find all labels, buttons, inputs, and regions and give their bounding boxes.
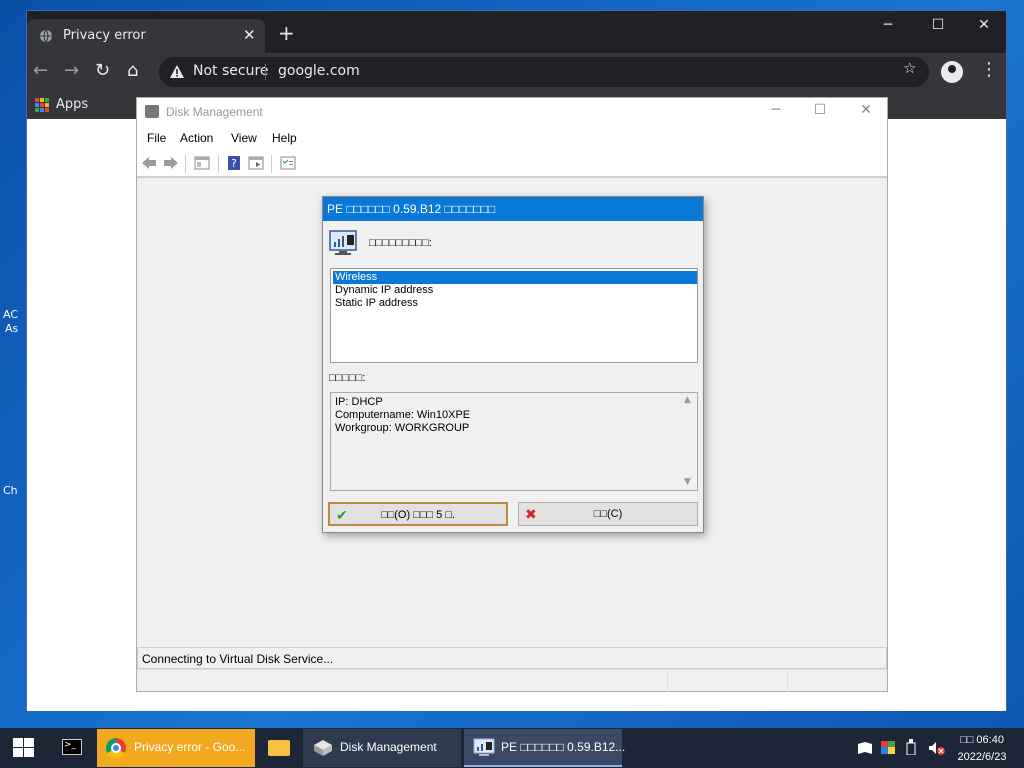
forward-arrow-icon[interactable] [163, 156, 179, 170]
chrome-menu-icon[interactable]: ⋮ [980, 59, 998, 80]
address-bar[interactable]: Not secure google.com [159, 57, 929, 87]
network-monitor-icon [473, 738, 495, 756]
system-clock[interactable]: □□ 06:40 2022/6/23 [950, 733, 1014, 764]
svg-text:?: ? [231, 157, 237, 170]
tab-privacy-error[interactable]: Privacy error ✕ [27, 19, 265, 53]
disk-management-icon [145, 105, 159, 118]
list-view-icon[interactable] [280, 156, 296, 170]
info-scrollbar[interactable]: ▲ ▼ [681, 393, 697, 490]
dm-window-title: Disk Management [166, 105, 263, 119]
toolbar-divider [185, 155, 186, 173]
profile-avatar-icon[interactable] [941, 61, 963, 83]
status-segment-divider [787, 670, 788, 692]
desktop-label-ac: AC [3, 308, 19, 321]
tab-strip: Privacy error ✕ + ─ ☐ ✕ [27, 11, 1006, 53]
console-tree-icon[interactable] [194, 156, 210, 170]
url-text[interactable]: google.com [278, 63, 360, 79]
dm-minimize-button[interactable]: ─ [761, 102, 791, 118]
ok-button-label: □□(O) □□□ 5 □. [380, 509, 456, 521]
back-arrow-icon[interactable] [141, 156, 157, 170]
list-item-dynamic-ip[interactable]: Dynamic IP address [333, 284, 697, 297]
omnibox-divider [265, 64, 266, 80]
help-icon[interactable]: ? [226, 156, 242, 170]
toolbar-divider [218, 155, 219, 173]
chrome-close-button[interactable]: ✕ [969, 17, 999, 33]
cancel-button[interactable]: ✖ □□(C) [518, 502, 698, 526]
home-button[interactable]: ⌂ [127, 61, 138, 81]
forward-button[interactable]: → [64, 61, 79, 81]
connection-type-list[interactable]: Wireless Dynamic IP address Static IP ad… [330, 268, 698, 363]
dm-status-segments [137, 669, 887, 692]
globe-icon [40, 29, 52, 43]
cancel-button-label: □□(C) [593, 508, 623, 520]
ok-button[interactable]: ✔ □□(O) □□□ 5 □. [328, 502, 508, 526]
taskbar-chrome[interactable]: Privacy error - Goo... [97, 729, 255, 767]
apps-grid-icon[interactable] [35, 98, 49, 112]
keyboard-icon[interactable] [858, 742, 872, 754]
pe-network-dialog: PE □□□□□□ 0.59.B12 □□□□□□□ □□□□□□□□□: Wi… [322, 196, 704, 533]
info-computername: Computername: Win10XPE [335, 409, 471, 421]
start-windows-icon[interactable] [13, 738, 35, 758]
chrome-minimize-button[interactable]: ─ [873, 17, 903, 33]
bookmark-star-icon[interactable]: ☆ [903, 59, 916, 77]
chrome-logo-icon [106, 738, 126, 758]
pe-prompt-label: □□□□□□□□□: [369, 237, 432, 249]
warning-icon[interactable] [169, 64, 185, 79]
list-item-wireless[interactable]: Wireless [333, 271, 697, 284]
toolbar-divider [271, 155, 272, 173]
volume-muted-icon[interactable] [928, 741, 946, 755]
command-prompt-icon[interactable] [62, 739, 82, 755]
scroll-down-icon[interactable]: ▼ [684, 477, 691, 487]
tab-close-icon[interactable]: ✕ [243, 26, 256, 44]
network-info-box[interactable]: IP: DHCP Computername: Win10XPE Workgrou… [330, 392, 698, 491]
menu-action[interactable]: Action [180, 131, 213, 145]
clock-time: □□ 06:40 [960, 734, 1004, 746]
dm-close-button[interactable]: ✕ [851, 102, 881, 118]
dm-status-bar: Connecting to Virtual Disk Service... [137, 647, 887, 669]
scroll-up-icon[interactable]: ▲ [684, 395, 691, 405]
chrome-maximize-button[interactable]: ☐ [923, 17, 953, 33]
pe-title-bar[interactable]: PE □□□□□□ 0.59.B12 □□□□□□□ [323, 197, 703, 221]
color-display-icon[interactable] [881, 741, 895, 754]
tab-title: Privacy error [63, 28, 146, 43]
taskbar-pe-dialog-label: PE □□□□□□ 0.59.B12... [501, 740, 626, 754]
taskbar-disk-management[interactable]: Disk Management [303, 729, 461, 767]
dm-menu-bar: File Action View Help [137, 126, 887, 150]
properties-icon[interactable] [248, 156, 264, 170]
file-explorer-icon[interactable] [268, 740, 290, 756]
dm-toolbar: ? [137, 150, 887, 178]
security-status[interactable]: Not secure [193, 63, 269, 79]
reload-button[interactable]: ↻ [95, 61, 110, 81]
pe-info-label: □□□□□: [329, 372, 366, 384]
taskbar: Privacy error - Goo... Disk Management P… [0, 728, 1024, 768]
taskbar-disk-management-label: Disk Management [340, 740, 437, 754]
menu-file[interactable]: File [147, 131, 166, 145]
network-monitor-icon [329, 230, 357, 255]
browser-toolbar: ← → ↻ ⌂ Not secure google.com ☆ [27, 53, 1006, 91]
disk-drive-icon [314, 740, 332, 756]
info-ip: IP: DHCP [335, 396, 383, 408]
menu-help[interactable]: Help [272, 131, 297, 145]
dm-title-bar[interactable]: Disk Management ─ ☐ ✕ [137, 98, 887, 126]
new-tab-button[interactable]: + [278, 23, 295, 43]
desktop-label-as: As [5, 322, 19, 335]
dm-status-text: Connecting to Virtual Disk Service... [142, 652, 334, 666]
dm-maximize-button[interactable]: ☐ [805, 102, 835, 118]
taskbar-chrome-label: Privacy error - Goo... [134, 740, 246, 754]
menu-view[interactable]: View [231, 131, 257, 145]
taskbar-pe-dialog[interactable]: PE □□□□□□ 0.59.B12... [464, 729, 626, 767]
status-segment-divider [667, 670, 668, 692]
clock-date: 2022/6/23 [957, 751, 1007, 763]
list-item-static-ip[interactable]: Static IP address [333, 297, 697, 310]
apps-bookmark[interactable]: Apps [56, 97, 88, 112]
info-workgroup: Workgroup: WORKGROUP [335, 422, 470, 434]
desktop-label-ch: Ch [3, 484, 18, 497]
pe-dialog-title: PE □□□□□□ 0.59.B12 □□□□□□□ [327, 202, 496, 216]
usb-drive-icon[interactable] [906, 739, 916, 755]
back-button[interactable]: ← [33, 61, 48, 81]
